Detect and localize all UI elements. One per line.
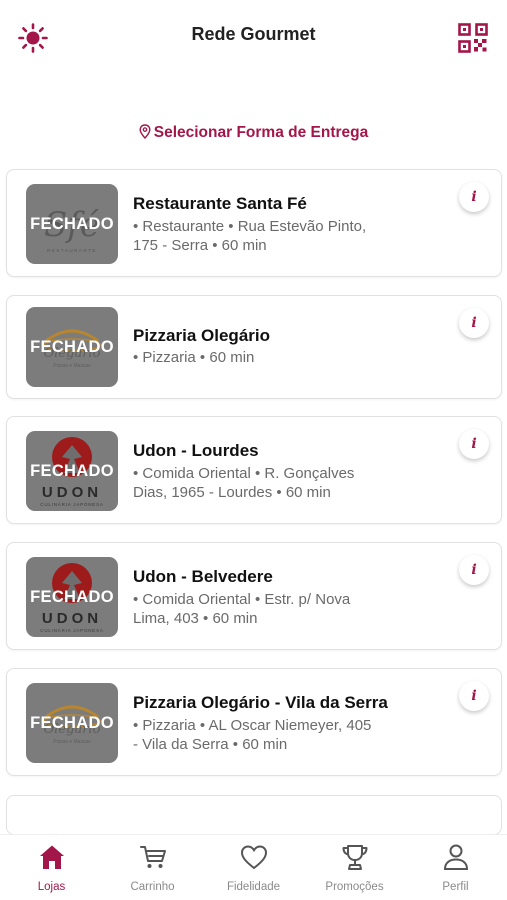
qr-code-icon[interactable] <box>457 22 489 54</box>
closed-label: FECHADO <box>30 588 114 606</box>
store-details-line: Dias, 1965 - Lourdes • 60 min <box>133 484 331 501</box>
page-title: Rede Gourmet <box>191 24 316 44</box>
tab-label: Lojas <box>37 881 66 893</box>
store-thumbnail: Sfé RESTAURANTE FECHADO <box>26 184 118 264</box>
store-details: • Comida Oriental • R. Gonçalves Dias, 1… <box>133 464 433 502</box>
tab-carrinho[interactable]: Carrinho <box>102 843 203 897</box>
store-details: • Restaurante • Rua Estevão Pinto, 175 -… <box>133 217 433 255</box>
store-details-line: • Pizzaria • AL Oscar Niemeyer, 405 <box>133 717 372 734</box>
tab-label: Carrinho <box>130 881 175 893</box>
store-name: Restaurante Santa Fé <box>133 194 307 213</box>
closed-label: FECHADO <box>30 215 114 233</box>
trophy-icon <box>342 845 367 870</box>
tab-lojas[interactable]: Lojas <box>1 843 102 897</box>
tab-label: Promoções <box>325 881 384 893</box>
heart-icon <box>240 845 267 870</box>
cart-icon <box>139 846 166 868</box>
info-icon[interactable]: i <box>459 308 489 338</box>
store-name: Pizzaria Olegário - Vila da Serra <box>133 693 388 712</box>
store-card[interactable]: UDON CULINÁRIA JAPONESA FECHADO Udon - L… <box>6 416 502 524</box>
tab-promocoes[interactable]: Promoções <box>304 843 405 897</box>
store-name: Udon - Belvedere <box>133 567 273 586</box>
store-details-line: 175 - Serra • 60 min <box>133 237 267 254</box>
user-icon <box>443 844 468 870</box>
tab-label: Perfil <box>442 881 469 893</box>
store-details: • Comida Oriental • Estr. p/ Nova Lima, … <box>133 590 433 628</box>
store-card-partial[interactable] <box>6 795 502 835</box>
store-card[interactable]: UDON CULINÁRIA JAPONESA FECHADO Udon - B… <box>6 542 502 650</box>
store-card[interactable]: Sfé RESTAURANTE FECHADO Restaurante Sant… <box>6 169 502 277</box>
delivery-method-selector[interactable]: Selecionar Forma de Entrega <box>0 124 507 142</box>
location-pin-icon <box>139 124 151 139</box>
store-details-line: • Restaurante • Rua Estevão Pinto, <box>133 218 367 235</box>
store-thumbnail: UDON CULINÁRIA JAPONESA FECHADO <box>26 431 118 511</box>
store-details-line: • Comida Oriental • R. Gonçalves <box>133 465 355 482</box>
closed-label: FECHADO <box>30 338 114 356</box>
store-details-line: • Comida Oriental • Estr. p/ Nova <box>133 591 351 608</box>
store-details-line: - Vila da Serra • 60 min <box>133 736 288 753</box>
home-icon <box>39 845 64 869</box>
tab-label: Fidelidade <box>226 881 281 893</box>
store-details-line: Lima, 403 • 60 min <box>133 610 258 627</box>
delivery-method-label: Selecionar Forma de Entrega <box>153 124 369 141</box>
store-thumbnail: UDON CULINÁRIA JAPONESA FECHADO <box>26 557 118 637</box>
store-details-line: • Pizzaria • 60 min <box>133 349 255 366</box>
info-icon[interactable]: i <box>459 182 489 212</box>
store-details: • Pizzaria • 60 min <box>133 348 433 367</box>
store-thumbnail: Olegário Pizzas e Massas FECHADO <box>26 307 118 387</box>
store-card[interactable]: Olegário Pizzas e Massas FECHADO Pizzari… <box>6 295 502 399</box>
tab-perfil[interactable]: Perfil <box>405 843 506 897</box>
info-icon[interactable]: i <box>459 681 489 711</box>
store-name: Pizzaria Olegário <box>133 326 270 345</box>
info-icon[interactable]: i <box>459 555 489 585</box>
store-details: • Pizzaria • AL Oscar Niemeyer, 405 - Vi… <box>133 716 433 754</box>
store-card[interactable]: Olegário Pizzas e Massas FECHADO Pizzari… <box>6 668 502 776</box>
closed-label: FECHADO <box>30 462 114 480</box>
bottom-tab-bar: Lojas Carrinho Fidelidade Promoções Perf… <box>0 834 507 900</box>
store-name: Udon - Lourdes <box>133 441 259 460</box>
info-icon[interactable]: i <box>459 429 489 459</box>
store-thumbnail: Olegário Pizzas e Massas FECHADO <box>26 683 118 763</box>
tab-fidelidade[interactable]: Fidelidade <box>203 843 304 897</box>
app-header: Rede Gourmet <box>0 0 507 72</box>
closed-label: FECHADO <box>30 714 114 732</box>
